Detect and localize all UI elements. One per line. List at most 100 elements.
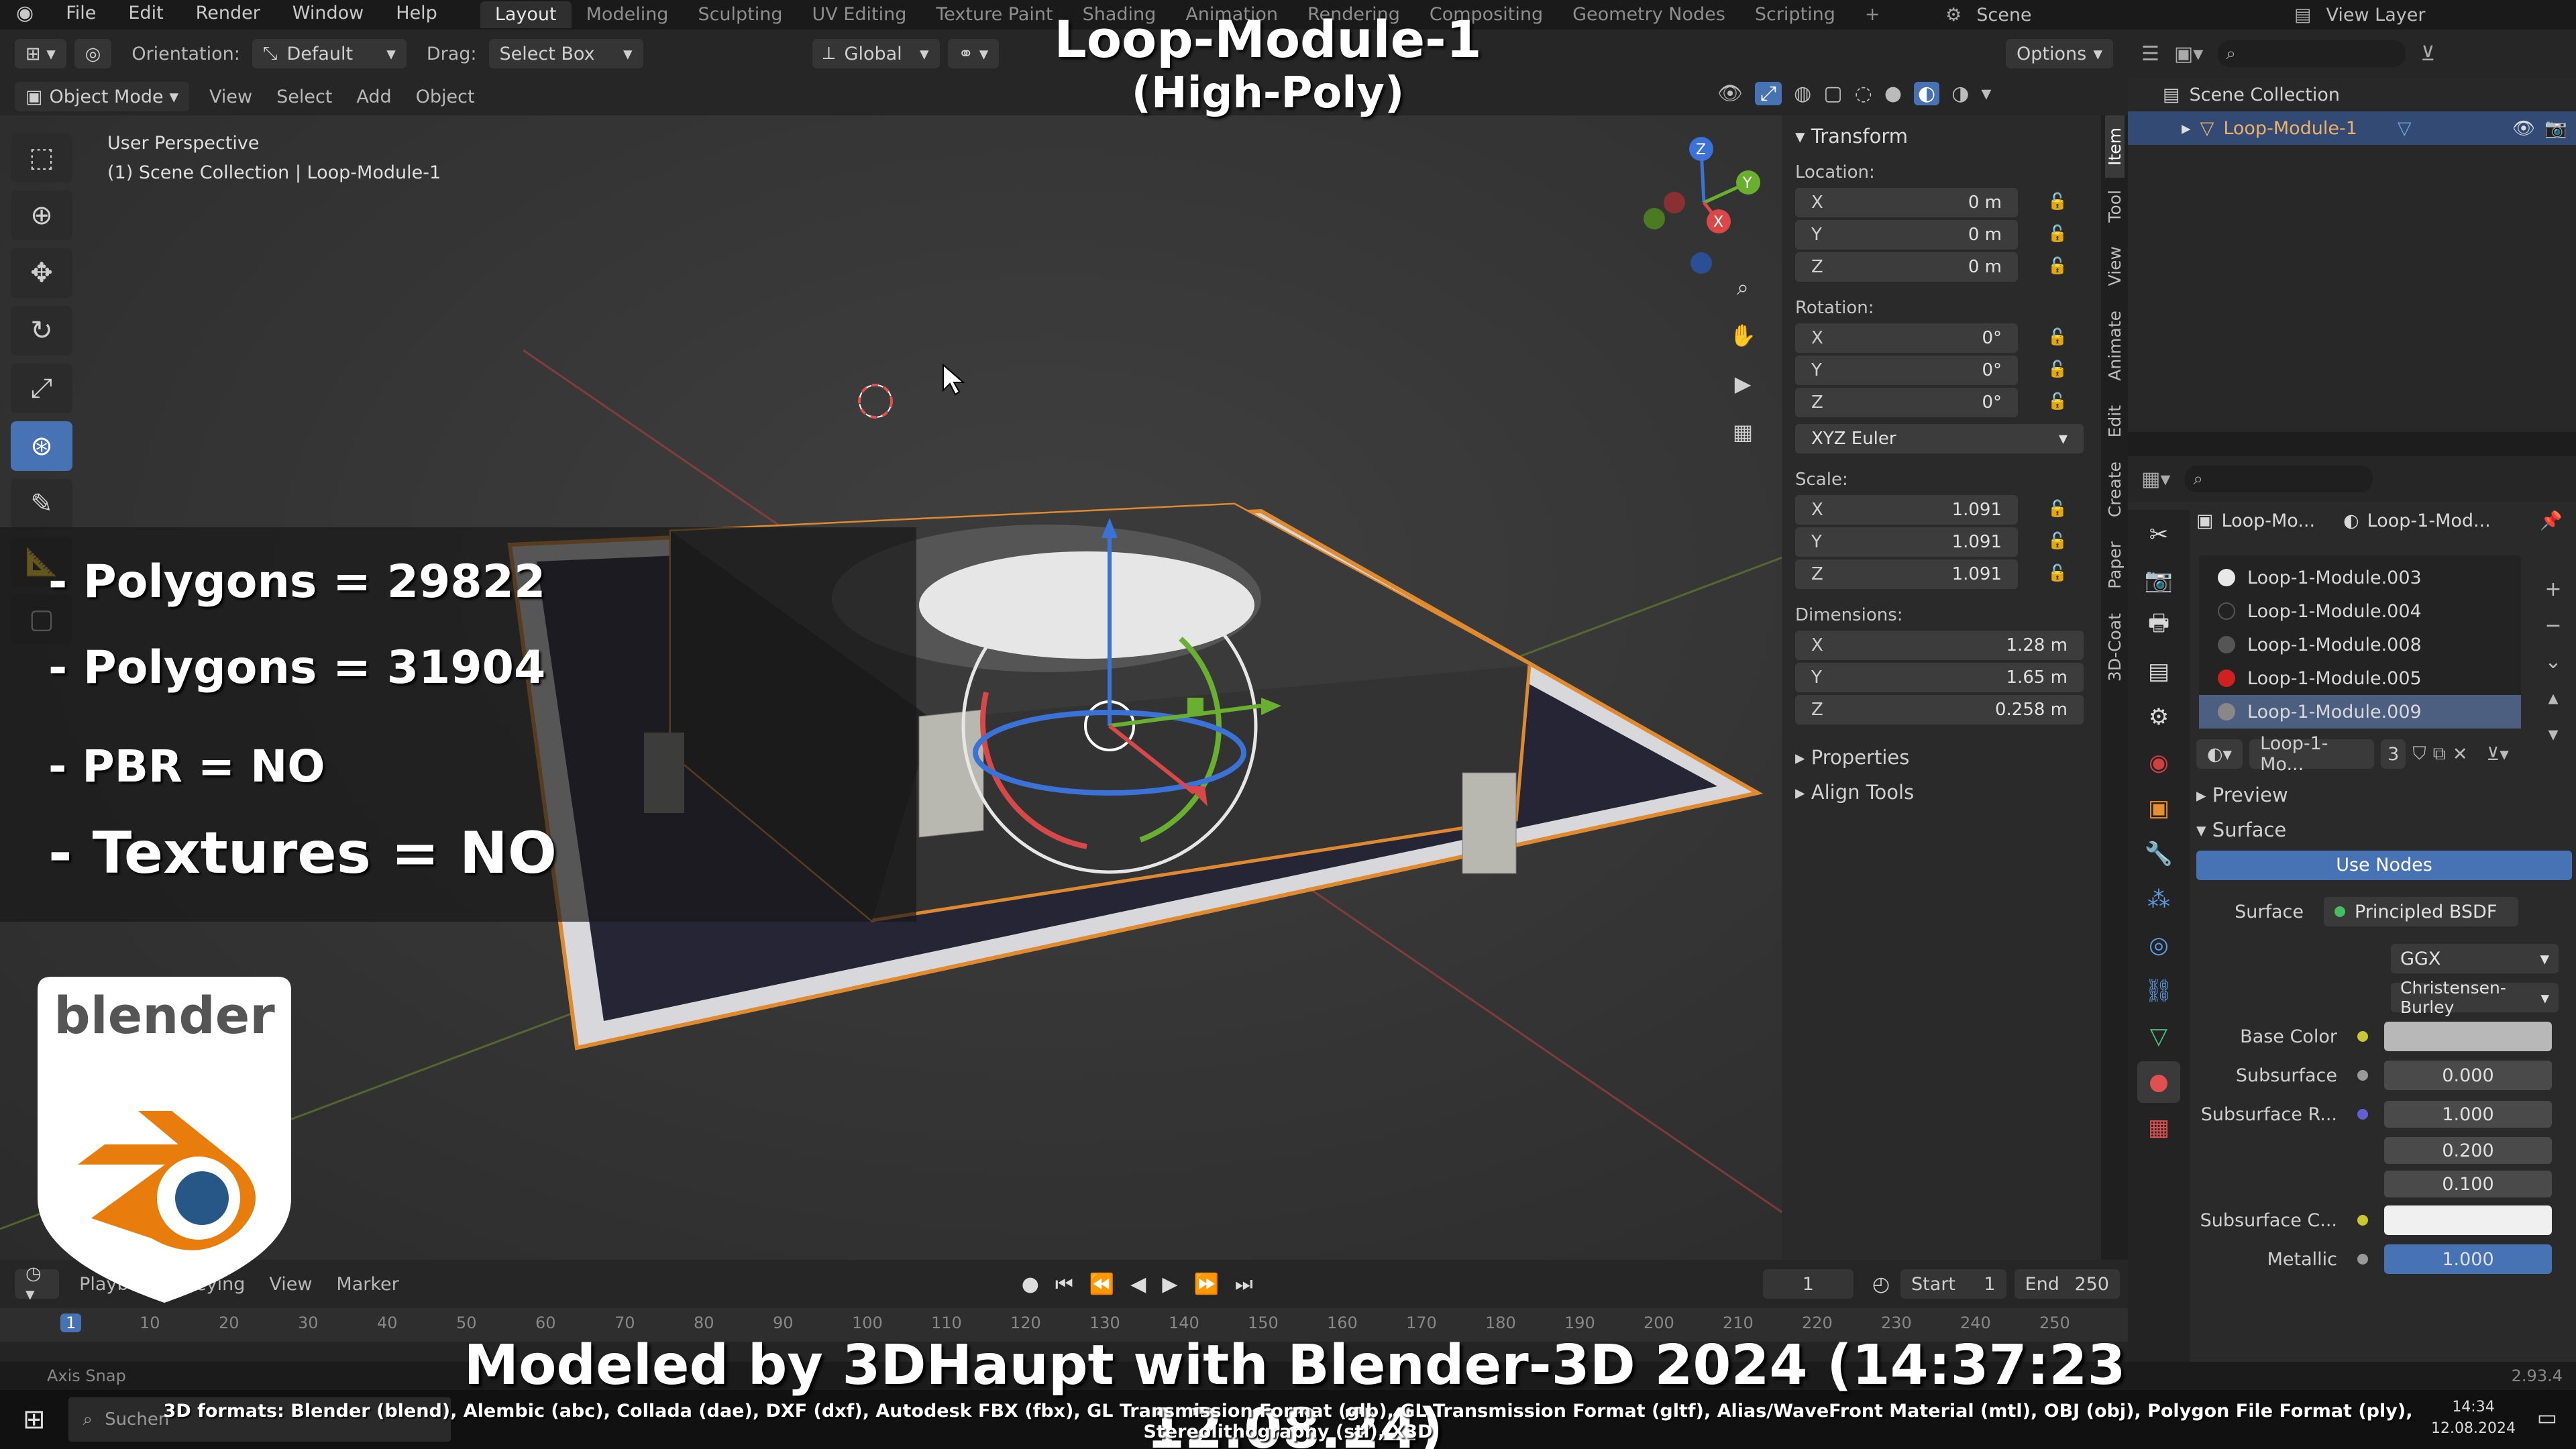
jump-start-icon[interactable]: ⏮ — [1055, 1273, 1073, 1296]
menu-help[interactable]: Help — [380, 0, 453, 30]
texture-tab-icon[interactable]: ▦ — [2137, 1107, 2180, 1148]
wireframe-shading-icon[interactable]: ◌ — [1855, 82, 1872, 105]
drag-dropdown[interactable]: Select Box ▾ — [488, 39, 643, 68]
blender-menu-icon[interactable]: ◉ — [0, 0, 50, 30]
material-shading-icon[interactable]: ◐ — [1914, 82, 1940, 105]
current-frame-field[interactable]: 1 — [1762, 1269, 1854, 1299]
surface-shader-dropdown[interactable]: Principled BSDF — [2324, 897, 2518, 926]
material-tab-icon[interactable]: ● — [2137, 1061, 2180, 1103]
subsurface-color-swatch[interactable] — [2384, 1205, 2552, 1235]
constraints-tab-icon[interactable]: ⛓ — [2137, 970, 2180, 1012]
editor-type-icon[interactable]: ☰ — [2141, 42, 2159, 66]
dimensions-y-field[interactable]: Y 1.65 m — [1795, 663, 2084, 692]
tab-edit[interactable]: Edit — [2105, 393, 2125, 449]
start-frame-field[interactable]: Start 1 — [1900, 1269, 2006, 1299]
transform-tool-icon[interactable]: ⊛ — [11, 421, 72, 471]
annotate-tool-icon[interactable]: ✎ — [11, 479, 72, 529]
tab-paper[interactable]: Paper — [2105, 529, 2125, 601]
options-dropdown[interactable]: Options ▾ — [2006, 39, 2113, 68]
lock-icon[interactable]: 🔓 — [2047, 499, 2072, 521]
physics-tab-icon[interactable]: ◎ — [2137, 924, 2180, 966]
rotation-mode-dropdown[interactable]: XYZ Euler ▾ — [1795, 424, 2084, 453]
tab-create[interactable]: Create — [2105, 449, 2125, 529]
select-box-tool-icon[interactable]: ⬚ — [11, 133, 72, 182]
tab-3d-coat[interactable]: 3D-Coat — [2105, 601, 2125, 694]
lock-icon[interactable]: 🔓 — [2047, 392, 2072, 413]
clock-icon[interactable]: ◴ — [1872, 1273, 1890, 1296]
preview-section-header[interactable]: ▸ Preview — [2190, 771, 2576, 806]
camera-render-icon[interactable]: 📷 — [2544, 117, 2567, 139]
filter-icon[interactable]: ⊻ — [2420, 42, 2435, 66]
dimensions-x-field[interactable]: X 1.28 m — [1795, 631, 2084, 660]
outliner-object-row[interactable]: ▸ ▽ Loop-Module-1 ▽ 👁 📷 — [2128, 111, 2576, 145]
pin-icon[interactable]: 📌 — [2540, 510, 2563, 531]
lock-icon[interactable]: 🔓 — [2047, 224, 2072, 246]
material-users-count[interactable]: 3 — [2381, 739, 2406, 769]
rotation-y-field[interactable]: Y 0° — [1795, 356, 2018, 385]
distribution-dropdown[interactable]: GGX ▾ — [2391, 944, 2559, 973]
remove-slot-icon[interactable]: − — [2540, 608, 2567, 644]
end-frame-field[interactable]: End 250 — [2014, 1269, 2120, 1299]
cursor-tool-icon[interactable]: ⊕ — [11, 191, 72, 240]
scene-selector[interactable]: ⚙ Scene — [1945, 0, 2032, 30]
gizmo-neg-z[interactable] — [1690, 252, 1712, 274]
rendered-shading-icon[interactable]: ◑ — [1951, 82, 1969, 105]
lock-icon[interactable]: 🔓 — [2047, 531, 2072, 553]
unlink-icon[interactable]: ✕ — [2453, 744, 2468, 765]
base-color-swatch[interactable] — [2384, 1022, 2552, 1051]
use-nodes-button[interactable]: Use Nodes — [2196, 851, 2572, 880]
material-slot[interactable]: Loop-1-Module.008 — [2199, 628, 2521, 661]
tab-layout[interactable]: Layout — [480, 1, 572, 28]
eye-icon[interactable]: 👁 — [2512, 117, 2535, 139]
view-layer-selector[interactable]: ▤ View Layer — [2294, 0, 2425, 30]
solid-shading-icon[interactable]: ● — [1884, 82, 1902, 105]
subsurface-radius-x[interactable]: 1.000 — [2384, 1101, 2552, 1128]
particles-tab-icon[interactable]: ⁂ — [2137, 879, 2180, 920]
menu-render[interactable]: Render — [180, 0, 276, 30]
rotation-x-field[interactable]: X 0° — [1795, 323, 2018, 353]
display-mode-icon[interactable]: ▣▾ — [2174, 42, 2203, 66]
mode-dropdown[interactable]: ▣ Object Mode ▾ — [15, 82, 189, 111]
slot-menu-icon[interactable]: ⌄ — [2540, 644, 2567, 680]
tab-tool[interactable]: Tool — [2105, 178, 2125, 235]
chevron-down-icon[interactable]: ▾ — [1981, 82, 1991, 105]
overlay-toggle-icon[interactable]: ◍ — [1794, 82, 1811, 105]
location-z-field[interactable]: Z 0 m — [1795, 252, 2018, 282]
location-x-field[interactable]: X 0 m — [1795, 188, 2018, 217]
scale-x-field[interactable]: X 1.091 — [1795, 495, 2018, 525]
expand-icon[interactable]: ▸ — [2182, 118, 2191, 139]
3d-cursor[interactable] — [858, 384, 893, 419]
play-icon[interactable]: ▶ — [1162, 1273, 1177, 1296]
menu-file[interactable]: File — [50, 0, 112, 30]
tab-scripting[interactable]: Scripting — [1740, 1, 1850, 28]
add-workspace-icon[interactable]: + — [1850, 1, 1895, 28]
lock-icon[interactable]: 🔓 — [2047, 256, 2072, 278]
menu-window[interactable]: Window — [276, 0, 380, 30]
dimensions-z-field[interactable]: Z 0.258 m — [1795, 695, 2084, 724]
location-y-field[interactable]: Y 0 m — [1795, 220, 2018, 250]
marker-menu[interactable]: Marker — [336, 1274, 398, 1295]
zoom-icon[interactable]: ⌕ — [1723, 267, 1763, 307]
material-slot-selected[interactable]: Loop-1-Module.009 — [2199, 695, 2521, 729]
tool-tab-icon[interactable]: ✂ — [2137, 514, 2180, 555]
move-down-icon[interactable]: ▾ — [2540, 716, 2567, 753]
scale-y-field[interactable]: Y 1.091 — [1795, 527, 2018, 557]
object-menu[interactable]: Object — [416, 87, 475, 107]
jump-keyframe-back-icon[interactable]: ⏪ — [1089, 1273, 1114, 1296]
editor-type-icon[interactable]: ▦▾ — [2141, 468, 2170, 491]
gizmo-neg-x[interactable] — [1664, 192, 1685, 213]
outliner-search-input[interactable]: ⌕ — [2218, 40, 2406, 67]
transform-header[interactable]: ▾ Transform — [1782, 115, 2101, 148]
world-tab-icon[interactable]: ◉ — [2137, 742, 2180, 784]
gizmo-toggle-icon[interactable]: ⤢ — [1755, 82, 1782, 105]
view-menu[interactable]: View — [209, 87, 252, 107]
jump-end-icon[interactable]: ⏭ — [1235, 1273, 1253, 1296]
scene-tab-icon[interactable]: ⚙ — [2137, 696, 2180, 738]
jump-keyframe-forward-icon[interactable]: ⏩ — [1193, 1273, 1218, 1296]
modifier-tab-icon[interactable]: 🔧 — [2137, 833, 2180, 875]
move-tool-icon[interactable]: ✥ — [11, 248, 72, 298]
xray-icon[interactable]: ▢ — [1823, 82, 1842, 105]
fake-user-icon[interactable]: ⛉ — [2412, 743, 2426, 765]
move-up-icon[interactable]: ▴ — [2540, 680, 2567, 716]
material-name-field[interactable]: Loop-1-Mo... — [2249, 733, 2375, 775]
